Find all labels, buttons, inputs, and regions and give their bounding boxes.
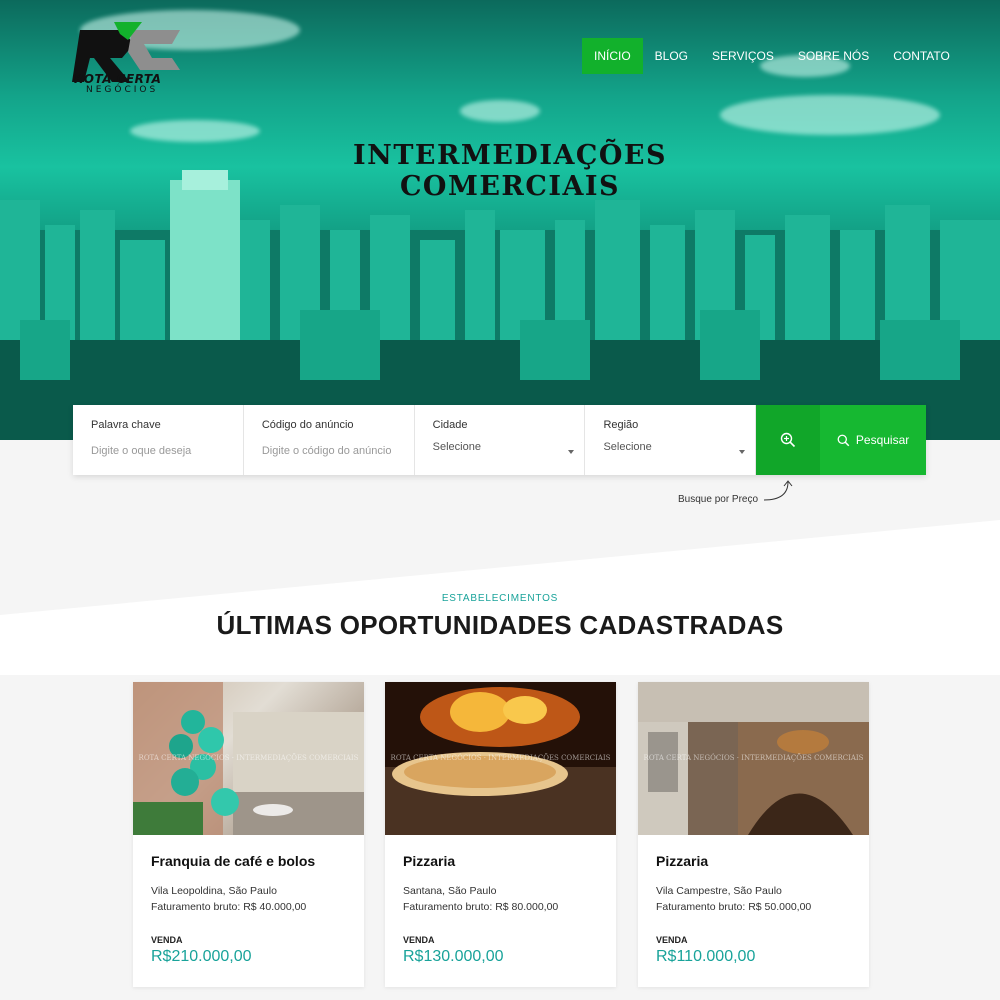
zoom-plus-icon xyxy=(781,432,796,448)
listing-title[interactable]: Pizzaria xyxy=(403,853,598,869)
region-label: Região xyxy=(603,419,639,431)
section-kicker: ESTABELECIMENTOS xyxy=(441,593,559,604)
listing-photo: ROTA CERTA NEGÓCIOS · INTERMEDIAÇÕES COM… xyxy=(133,682,364,835)
watermark: ROTA CERTA NEGÓCIOS · INTERMEDIAÇÕES COM… xyxy=(138,754,359,762)
advanced-search-button[interactable] xyxy=(756,405,821,475)
chevron-down-icon xyxy=(739,450,746,454)
listing-revenue: Faturamento bruto: R$ 40.000,00 xyxy=(151,901,307,913)
region-select[interactable]: Região Selecione xyxy=(585,405,757,475)
nav-item-blog[interactable]: BLOG xyxy=(643,38,700,74)
search-icon xyxy=(837,434,850,446)
code-input[interactable] xyxy=(261,445,396,457)
search-button-label: Pesquisar xyxy=(855,433,910,447)
brand-name[interactable]: ROTA CERTA xyxy=(74,72,161,86)
code-field: Código do anúncio xyxy=(244,405,415,475)
nav-item-contato[interactable]: CONTATO xyxy=(881,38,962,74)
watermark: ROTA CERTA NEGÓCIOS · INTERMEDIAÇÕES COM… xyxy=(390,754,611,762)
listing-card[interactable]: ROTA CERTA NEGÓCIOS · INTERMEDIAÇÕES COM… xyxy=(638,682,869,987)
hero-banner: ROTA CERTA NEGÓCIOS INÍCIO BLOG SERVIÇOS… xyxy=(0,0,1000,440)
listing-card[interactable]: ROTA CERTA NEGÓCIOS · INTERMEDIAÇÕES COM… xyxy=(385,682,616,987)
curved-arrow-icon xyxy=(763,480,793,501)
listing-photo: ROTA CERTA NEGÓCIOS · INTERMEDIAÇÕES COM… xyxy=(385,682,616,835)
city-label: Cidade xyxy=(432,419,468,431)
city-value: Selecione xyxy=(432,441,481,453)
city-skyline xyxy=(0,170,1000,440)
listing-body: Franquia de café e bolos Vila Leopoldina… xyxy=(133,835,364,984)
listing-price: R$130.000,00 xyxy=(403,948,504,965)
section-title: ÚLTIMAS OPORTUNIDADES CADASTRADAS xyxy=(216,610,784,640)
listing-title[interactable]: Franquia de café e bolos xyxy=(151,853,346,869)
brand-subtitle: NEGÓCIOS xyxy=(86,85,159,95)
listing-photo: ROTA CERTA NEGÓCIOS · INTERMEDIAÇÕES COM… xyxy=(638,682,869,835)
nav-item-sobre-nos[interactable]: SOBRE NÓS xyxy=(786,38,881,74)
listing-location: Santana, São Paulo xyxy=(403,885,497,897)
price-search-link[interactable]: Busque por Preço xyxy=(678,494,758,505)
listing-price: R$210.000,00 xyxy=(151,948,252,965)
listing-type: VENDA xyxy=(151,935,183,945)
listing-body: Pizzaria Santana, São Paulo Faturamento … xyxy=(385,835,616,984)
region-value: Selecione xyxy=(603,441,652,453)
watermark: ROTA CERTA NEGÓCIOS · INTERMEDIAÇÕES COM… xyxy=(643,754,864,762)
hero-title-line1: INTERMEDIAÇÕES xyxy=(353,140,667,171)
cloud xyxy=(130,120,260,142)
keyword-label: Palavra chave xyxy=(91,419,161,431)
listing-revenue: Faturamento bruto: R$ 50.000,00 xyxy=(656,901,812,913)
main-nav: INÍCIO BLOG SERVIÇOS SOBRE NÓS CONTATO xyxy=(582,38,962,74)
search-form: Palavra chave Código do anúncio Cidade S… xyxy=(73,405,926,475)
hero-title-line2: COMERCIAIS xyxy=(399,171,621,202)
nav-item-inicio[interactable]: INÍCIO xyxy=(582,38,643,74)
hero-title: INTERMEDIAÇÕES COMERCIAIS xyxy=(0,140,1000,202)
listing-type: VENDA xyxy=(403,935,435,945)
search-button[interactable]: Pesquisar xyxy=(820,405,926,475)
keyword-field: Palavra chave xyxy=(73,405,244,475)
cloud xyxy=(460,100,540,122)
listing-revenue: Faturamento bruto: R$ 80.000,00 xyxy=(403,901,559,913)
listing-card[interactable]: ROTA CERTA NEGÓCIOS · INTERMEDIAÇÕES COM… xyxy=(133,682,364,987)
listing-title[interactable]: Pizzaria xyxy=(656,853,851,869)
listing-type: VENDA xyxy=(656,935,688,945)
city-select[interactable]: Cidade Selecione xyxy=(415,405,586,475)
cloud xyxy=(720,95,940,135)
chevron-down-icon xyxy=(568,450,575,454)
listing-body: Pizzaria Vila Campestre, São Paulo Fatur… xyxy=(638,835,869,984)
listing-location: Vila Leopoldina, São Paulo xyxy=(151,885,277,897)
listing-location: Vila Campestre, São Paulo xyxy=(656,885,782,897)
keyword-input[interactable] xyxy=(91,445,225,457)
listing-price: R$110.000,00 xyxy=(656,948,756,965)
nav-item-servicos[interactable]: SERVIÇOS xyxy=(700,38,786,74)
code-label: Código do anúncio xyxy=(261,419,354,431)
